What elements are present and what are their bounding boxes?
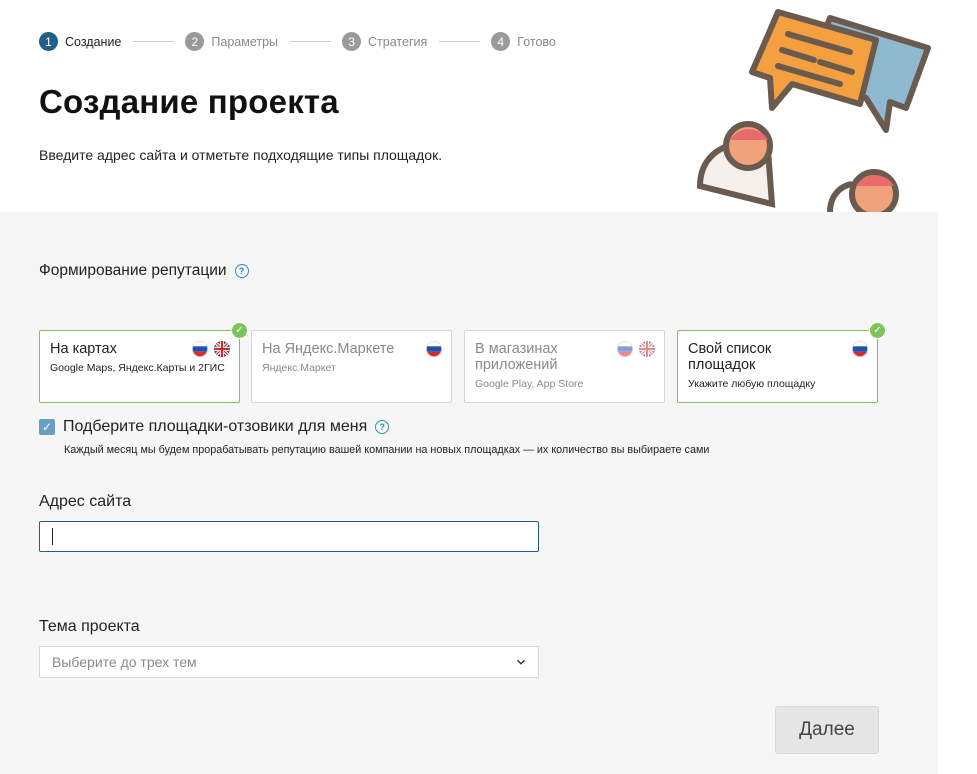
page-subtitle: Введите адрес сайта и отметьте подходящи… xyxy=(39,147,443,163)
autopick-label[interactable]: Подберите площадки-отзовики для меня xyxy=(63,418,367,436)
step-label: Параметры xyxy=(211,34,279,49)
next-button[interactable]: Далее xyxy=(775,706,879,754)
card-subtitle: Яндекс.Маркет xyxy=(262,362,336,374)
card-flags xyxy=(617,341,655,357)
step-2: 2 Параметры xyxy=(185,32,278,51)
theme-placeholder: Выберите до трех тем xyxy=(52,654,197,670)
reputation-heading: Формирование репутации ? xyxy=(39,262,249,280)
step-1: 1 Создание xyxy=(39,32,121,51)
step-number: 4 xyxy=(491,32,511,51)
ru-flag-icon xyxy=(192,341,208,357)
address-label: Адрес сайта xyxy=(39,493,132,510)
address-input[interactable] xyxy=(39,521,539,552)
uk-flag-icon xyxy=(214,341,230,357)
step-label: Готово xyxy=(517,34,556,49)
card-app-stores[interactable]: В магазинах приложений Google Play, App … xyxy=(464,330,665,403)
ru-flag-icon xyxy=(852,341,868,357)
ru-flag-icon xyxy=(617,341,633,357)
reputation-title: Формирование репутации xyxy=(39,262,227,279)
step-number: 2 xyxy=(185,32,205,51)
uk-flag-icon xyxy=(639,341,655,357)
chevron-down-icon xyxy=(517,659,525,665)
chat-people-illustration xyxy=(696,9,931,212)
step-3: 3 Стратегия xyxy=(342,32,427,51)
card-maps[interactable]: На картах Google Maps, Яндекс.Карты и 2Г… xyxy=(39,322,248,403)
text-caret xyxy=(52,528,53,545)
selected-check-icon: ✓ xyxy=(869,322,886,339)
card-flags xyxy=(192,341,230,357)
card-flags xyxy=(426,341,442,357)
help-icon[interactable]: ? xyxy=(375,420,390,434)
help-icon[interactable]: ? xyxy=(234,264,249,278)
theme-select[interactable]: Выберите до трех тем xyxy=(39,646,539,678)
autopick-option: ✓ Подберите площадки-отзовики для меня ? xyxy=(39,418,390,436)
step-label: Стратегия xyxy=(368,34,428,49)
card-flags xyxy=(852,341,868,357)
card-custom-list[interactable]: Свой список площадок Укажите любую площа… xyxy=(677,322,886,403)
card-yandex-market[interactable]: На Яндекс.Маркете Яндекс.Маркет xyxy=(251,330,452,403)
step-label: Создание xyxy=(65,34,122,49)
card-title: На Яндекс.Маркете xyxy=(262,341,395,357)
step-connector xyxy=(290,41,332,42)
ru-flag-icon xyxy=(426,341,442,357)
card-subtitle: Google Maps, Яндекс.Карты и 2ГИС xyxy=(50,362,225,374)
card-subtitle: Google Play, App Store xyxy=(475,378,584,390)
autopick-description: Каждый месяц мы будем прорабатывать репу… xyxy=(64,444,710,456)
selected-check-icon: ✓ xyxy=(231,322,248,339)
form-panel: Формирование репутации ? На картах Googl… xyxy=(0,212,938,774)
page-title: Создание проекта xyxy=(39,83,339,120)
card-title: Свой список площадок xyxy=(688,341,772,373)
card-subtitle: Укажите любую площадку xyxy=(688,378,816,390)
step-number: 1 xyxy=(39,32,58,51)
stepper: 1 Создание 2 Параметры 3 Стратегия 4 Гот… xyxy=(39,32,556,51)
theme-label: Тема проекта xyxy=(39,618,140,635)
card-title: В магазинах приложений xyxy=(475,341,558,373)
step-connector xyxy=(439,41,481,42)
autopick-checkbox[interactable]: ✓ xyxy=(39,419,55,435)
step-number: 3 xyxy=(342,32,362,51)
step-connector xyxy=(133,41,175,42)
step-4: 4 Готово xyxy=(491,32,556,51)
card-title: На картах xyxy=(50,341,117,357)
